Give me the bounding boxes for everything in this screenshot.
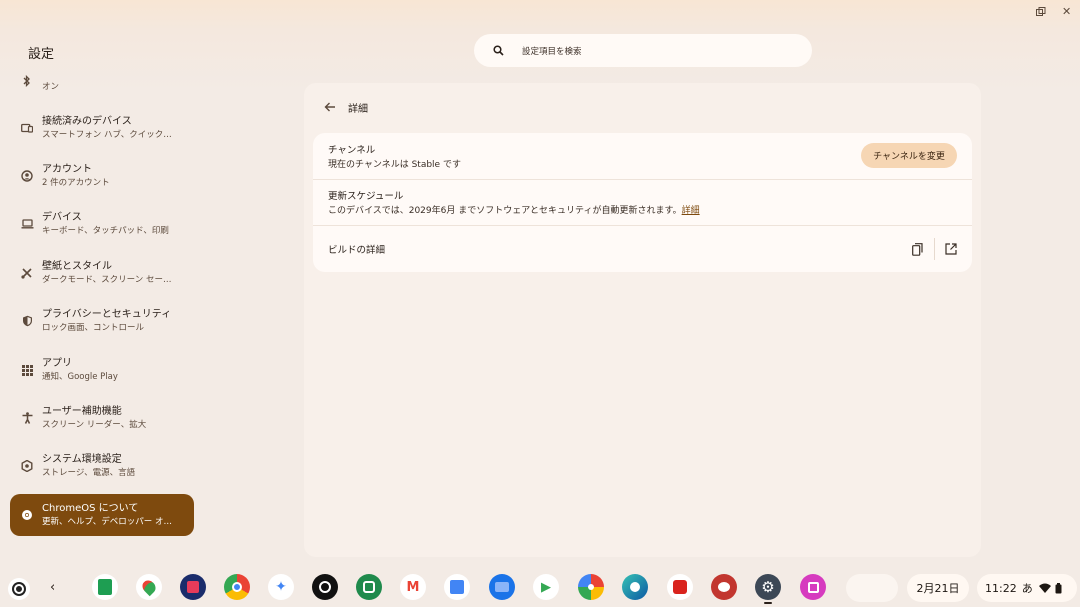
date-label: 2月21日 xyxy=(916,582,960,595)
game-app-icon[interactable] xyxy=(180,574,206,600)
sidebar-item-subtitle: 通知、Google Play xyxy=(42,371,118,382)
channel-subtitle: 現在のチャンネルは Stable です xyxy=(328,160,461,170)
page-title: 詳細 xyxy=(348,103,368,115)
edge-app-icon[interactable] xyxy=(622,574,648,600)
sidebar-item-label: ユーザー補助機能 xyxy=(42,405,122,417)
time-label: 11:22 xyxy=(985,581,1017,595)
sidebar-item-subtitle: 2 件のアカウント xyxy=(42,177,110,188)
build-details-row[interactable]: ビルドの詳細 xyxy=(313,226,972,272)
tray-blurred[interactable] xyxy=(846,574,898,602)
sidebar-item-connected-devices[interactable]: 接続済みのデバイス スマートフォン ハブ、クイック… xyxy=(10,107,194,149)
sidebar-item-privacy-security[interactable]: プライバシーとセキュリティ ロック画面、コントロール xyxy=(10,300,194,342)
podcast-app-icon[interactable] xyxy=(312,574,338,600)
close-icon[interactable]: ✕ xyxy=(1062,5,1071,18)
sidebar-item-label: デバイス xyxy=(42,211,82,223)
back-chevron-icon[interactable]: ‹ xyxy=(50,580,55,595)
account-icon xyxy=(10,170,42,182)
active-app-indicator xyxy=(764,602,772,604)
red-app-icon[interactable] xyxy=(667,574,693,600)
update-schedule-row: 更新スケジュール このデバイスでは、2029年6月 までソフトウェアとセキュリテ… xyxy=(313,180,972,225)
sidebar-item-label: ChromeOS について xyxy=(42,502,139,514)
devices-icon xyxy=(10,123,42,133)
gemini-app-icon[interactable]: ✦ xyxy=(268,574,294,600)
ime-label: あ xyxy=(1021,582,1033,595)
sidebar-item-subtitle: ダークモード、スクリーン セー… xyxy=(42,274,172,285)
back-arrow-icon[interactable] xyxy=(324,102,336,112)
separator xyxy=(934,238,935,260)
learn-more-link[interactable]: 詳細 xyxy=(682,206,700,216)
date-tray[interactable]: 2月21日 xyxy=(907,574,969,602)
laptop-icon xyxy=(10,219,42,229)
settings-card: チャンネル 現在のチャンネルは Stable です チャンネルを変更 更新スケジ… xyxy=(313,133,972,272)
copy-icon[interactable] xyxy=(907,239,927,259)
bluetooth-icon xyxy=(10,75,42,87)
shelf: ‹ ✦ M ▶ ⚙ 2月21日 11:22 あ xyxy=(0,570,1080,607)
meet-app-icon[interactable] xyxy=(356,574,382,600)
wifi-icon xyxy=(1038,583,1051,593)
sidebar-item-wallpaper-style[interactable]: 壁紙とスタイル ダークモード、スクリーン セー… xyxy=(10,252,194,294)
sidebar-item-subtitle: ロック画面、コントロール xyxy=(42,322,145,333)
maps-app-icon[interactable] xyxy=(136,574,162,600)
schedule-title: 更新スケジュール xyxy=(328,191,404,202)
sidebar-item-device[interactable]: デバイス キーボード、タッチパッド、印刷 xyxy=(10,203,194,245)
sidebar-item-label: プライバシーとセキュリティ xyxy=(42,308,172,320)
paint-app-icon[interactable] xyxy=(711,574,737,600)
search-input[interactable]: 設定項目を検索 xyxy=(474,34,812,67)
sidebar-item-subtitle: 更新、ヘルプ、デベロッパー オ… xyxy=(42,516,172,527)
battery-icon xyxy=(1055,582,1062,594)
sheets-app-icon[interactable] xyxy=(92,574,118,600)
sidebar-item-accessibility[interactable]: ユーザー補助機能 スクリーン リーダー、拡大 xyxy=(10,397,194,439)
search-icon xyxy=(474,45,522,56)
schedule-subtitle: このデバイスでは、2029年6月 までソフトウェアとセキュリティが自動更新されま… xyxy=(328,206,682,216)
launcher-icon[interactable] xyxy=(8,578,30,600)
search-placeholder: 設定項目を検索 xyxy=(522,46,582,57)
gmail-app-icon[interactable]: M xyxy=(400,574,426,600)
channel-row: チャンネル 現在のチャンネルは Stable です チャンネルを変更 xyxy=(313,133,972,179)
channel-title: チャンネル xyxy=(328,145,376,156)
files-app-icon[interactable] xyxy=(489,574,515,600)
sidebar-item-label: 壁紙とスタイル xyxy=(42,260,112,272)
schedule-subtitle-wrap: このデバイスでは、2029年6月 までソフトウェアとセキュリティが自動更新されま… xyxy=(328,203,700,216)
sidebar-item-label: アカウント xyxy=(42,163,92,175)
photos-app-icon[interactable] xyxy=(578,574,604,600)
sidebar-item-about-chromeos[interactable]: ChromeOS について 更新、ヘルプ、デベロッパー オ… xyxy=(10,494,194,536)
status-tray[interactable]: 11:22 あ xyxy=(977,574,1077,602)
sidebar-item-subtitle: スマートフォン ハブ、クイック… xyxy=(42,129,172,140)
apps-grid-icon xyxy=(10,364,42,376)
sidebar: オン 接続済みのデバイス スマートフォン ハブ、クイック… アカウント 2 件の… xyxy=(0,66,210,546)
sidebar-item-subtitle: キーボード、タッチパッド、印刷 xyxy=(42,225,169,236)
sidebar-item-apps[interactable]: アプリ 通知、Google Play xyxy=(10,349,194,391)
build-title: ビルドの詳細 xyxy=(328,245,386,256)
sidebar-item-subtitle: オン xyxy=(42,81,60,92)
paint-brush-icon xyxy=(10,267,42,279)
sidebar-item-system-preferences[interactable]: システム環境設定 ストレージ、電源、言語 xyxy=(10,445,194,487)
chrome-app-icon[interactable] xyxy=(224,574,250,600)
calendar-app-icon[interactable] xyxy=(444,574,470,600)
sidebar-item-bluetooth[interactable]: オン xyxy=(10,66,194,96)
sidebar-item-subtitle: スクリーン リーダー、拡大 xyxy=(42,419,147,430)
sidebar-item-label: 接続済みのデバイス xyxy=(42,115,132,127)
restore-window-icon[interactable] xyxy=(1036,7,1046,20)
play-store-app-icon[interactable]: ▶ xyxy=(533,574,559,600)
sidebar-item-label: アプリ xyxy=(42,357,72,369)
breadcrumb: 詳細 xyxy=(324,98,368,116)
settings-app-icon[interactable]: ⚙ xyxy=(755,574,781,600)
change-channel-button[interactable]: チャンネルを変更 xyxy=(861,143,957,168)
open-external-icon[interactable] xyxy=(941,239,961,259)
system-gear-icon xyxy=(10,460,42,472)
chromeos-icon xyxy=(10,509,42,521)
app-title: 設定 xyxy=(28,47,55,62)
shield-icon xyxy=(10,315,42,327)
sidebar-item-label: システム環境設定 xyxy=(42,453,122,465)
sidebar-item-accounts[interactable]: アカウント 2 件のアカウント xyxy=(10,155,194,197)
sidebar-item-subtitle: ストレージ、電源、言語 xyxy=(42,467,136,478)
accessibility-icon xyxy=(10,412,42,424)
pink-app-icon[interactable] xyxy=(800,574,826,600)
